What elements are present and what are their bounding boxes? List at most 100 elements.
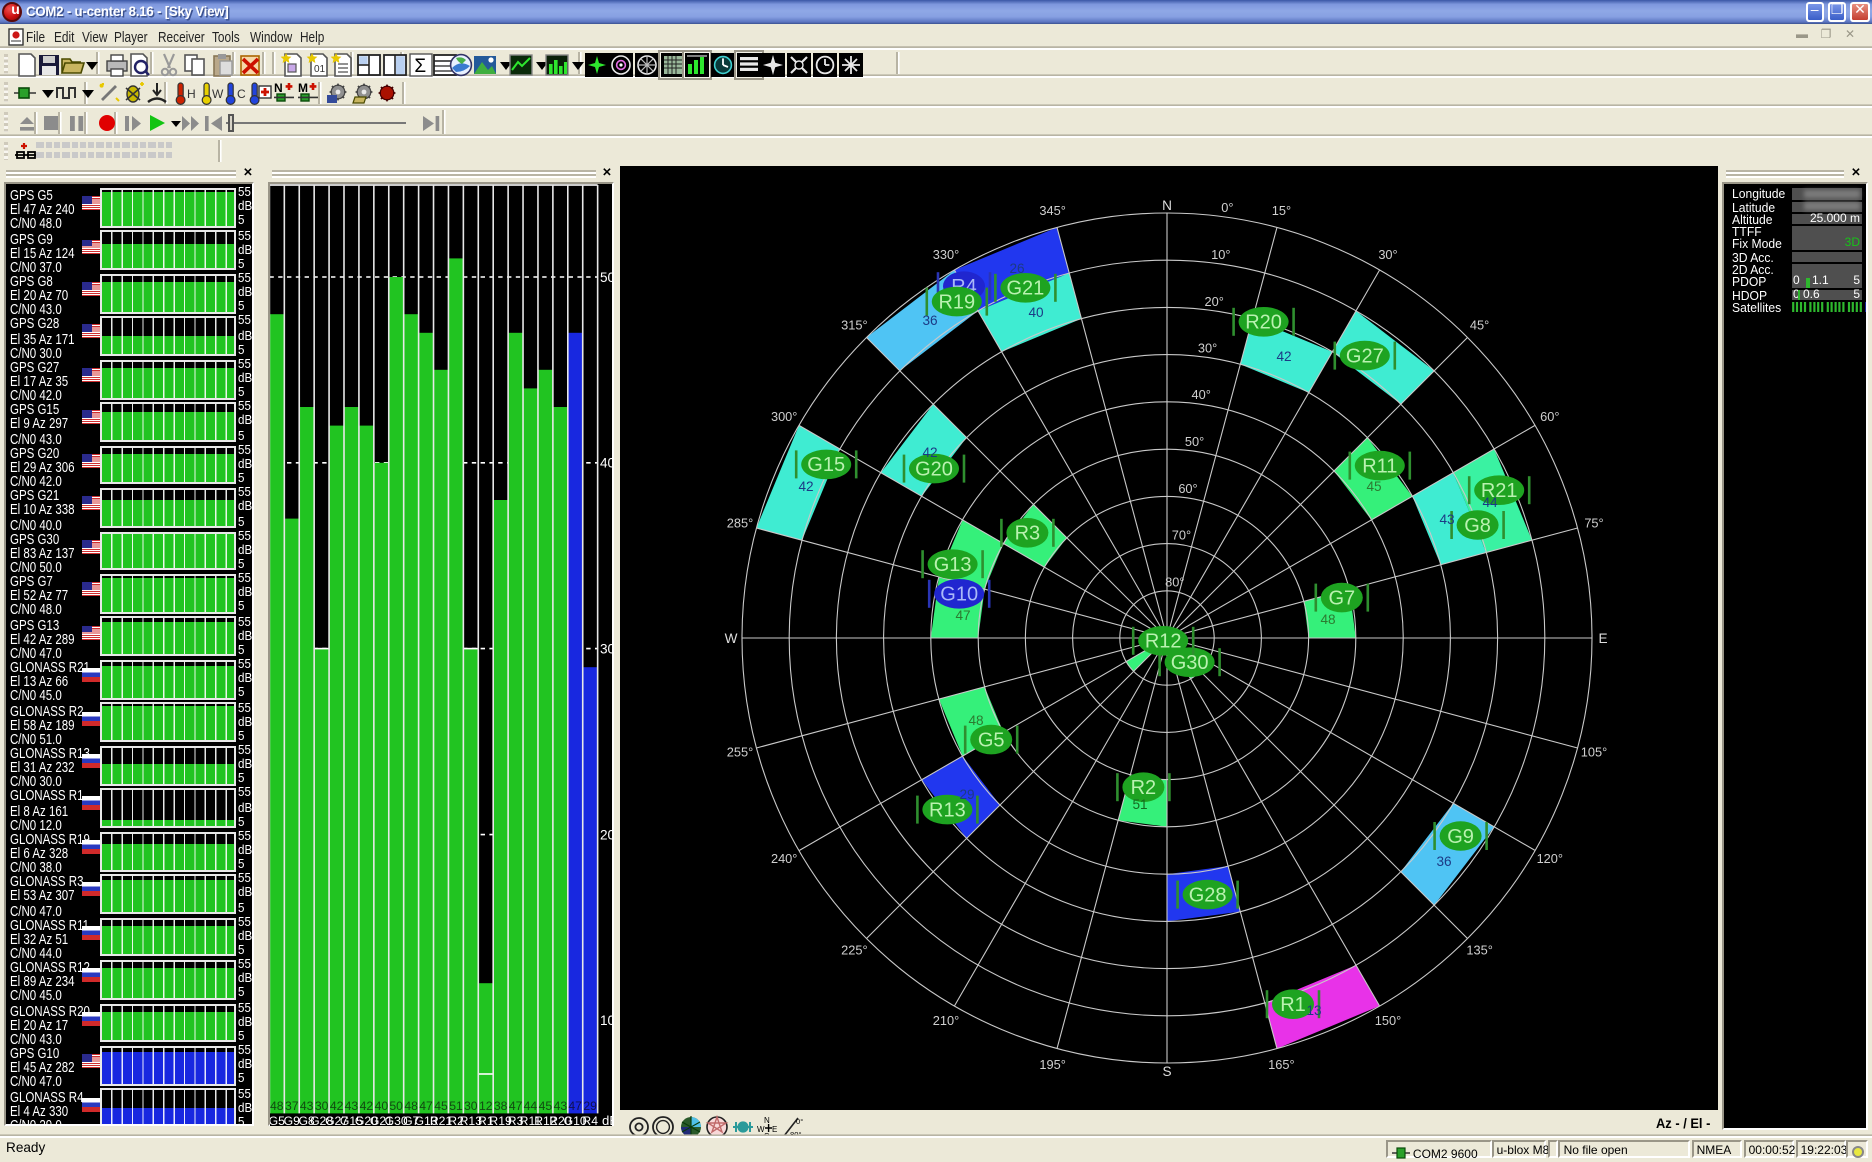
svg-text:N: N [1162, 197, 1172, 212]
svg-text:N: N [763, 1116, 769, 1125]
svg-text:240°: 240° [771, 850, 797, 865]
svg-text:G9: G9 [1447, 825, 1474, 847]
svg-text:40: 40 [1028, 304, 1044, 319]
svg-text:42: 42 [1276, 348, 1291, 363]
svg-text:29: 29 [959, 786, 974, 801]
svg-text:30: 30 [464, 1098, 478, 1112]
svg-text:40°: 40° [1192, 386, 1211, 401]
svg-text:45: 45 [539, 1098, 553, 1112]
svg-text:10: 10 [600, 1012, 612, 1027]
svg-text:43: 43 [554, 1098, 568, 1112]
svg-text:60°: 60° [1178, 480, 1197, 495]
svg-text:S: S [1162, 1063, 1171, 1078]
svg-text:47: 47 [509, 1098, 523, 1112]
svg-text:120°: 120° [1537, 850, 1563, 865]
svg-text:0°: 0° [796, 1117, 803, 1126]
svg-text:150°: 150° [1375, 1012, 1401, 1027]
svg-text:G8: G8 [1464, 514, 1491, 536]
svg-text:45: 45 [1366, 478, 1381, 493]
svg-text:R3: R3 [1015, 522, 1041, 544]
svg-text:G28: G28 [1189, 883, 1227, 905]
svg-text:W: W [725, 630, 738, 645]
svg-text:300°: 300° [771, 408, 797, 423]
svg-text:51: 51 [1132, 796, 1147, 811]
svg-text:R12: R12 [1145, 630, 1182, 652]
svg-text:R13: R13 [929, 798, 966, 820]
svg-text:R2: R2 [1131, 776, 1157, 798]
svg-text:165°: 165° [1268, 1056, 1294, 1071]
svg-text:R11: R11 [1362, 454, 1397, 476]
svg-text:43: 43 [345, 1098, 359, 1112]
svg-text:15°: 15° [1272, 202, 1291, 217]
svg-text:330°: 330° [933, 246, 959, 261]
svg-text:30°: 30° [1378, 246, 1397, 261]
svg-text:40: 40 [375, 1098, 389, 1112]
svg-text:45: 45 [434, 1098, 448, 1112]
svg-text:225°: 225° [841, 942, 867, 957]
svg-text:R19: R19 [938, 290, 975, 312]
svg-text:12: 12 [479, 1098, 493, 1112]
svg-text:36: 36 [922, 312, 937, 327]
svg-text:345°: 345° [1039, 202, 1065, 217]
svg-text:47: 47 [419, 1098, 433, 1112]
svg-text:44: 44 [1482, 494, 1498, 509]
svg-text:50°: 50° [1185, 433, 1204, 448]
svg-text:G15: G15 [807, 453, 845, 475]
svg-text:G10: G10 [940, 583, 978, 605]
svg-text:10°: 10° [1211, 246, 1230, 261]
svg-text:G30: G30 [1171, 651, 1209, 673]
svg-text:47: 47 [955, 607, 970, 622]
svg-text:135°: 135° [1466, 942, 1492, 957]
svg-text:43: 43 [300, 1098, 314, 1112]
svg-text:42: 42 [798, 478, 813, 493]
svg-text:45°: 45° [1470, 316, 1489, 331]
svg-text:26: 26 [1009, 260, 1024, 275]
svg-text:30°: 30° [1198, 340, 1217, 355]
svg-text:36: 36 [1436, 853, 1451, 868]
svg-text:R4: R4 [582, 1113, 598, 1126]
svg-text:37: 37 [285, 1098, 299, 1112]
svg-text:30: 30 [600, 640, 612, 655]
svg-text:50: 50 [600, 269, 612, 284]
svg-text:285°: 285° [727, 515, 753, 530]
svg-text:50: 50 [389, 1098, 403, 1112]
svg-text:70°: 70° [1172, 527, 1191, 542]
svg-text:E: E [771, 1125, 776, 1134]
svg-text:0°: 0° [1221, 199, 1233, 214]
svg-text:G21: G21 [1006, 277, 1044, 299]
svg-text:40: 40 [600, 455, 612, 470]
svg-text:75°: 75° [1584, 515, 1603, 530]
svg-text:51: 51 [449, 1098, 463, 1112]
svg-text:48: 48 [270, 1098, 284, 1112]
svg-text:60°: 60° [1540, 408, 1559, 423]
svg-text:29: 29 [583, 1098, 597, 1112]
svg-text:48: 48 [968, 712, 983, 727]
svg-text:80°: 80° [1165, 573, 1184, 588]
svg-text:G7: G7 [1328, 586, 1355, 608]
svg-text:255°: 255° [727, 743, 753, 758]
svg-text:42: 42 [360, 1098, 374, 1112]
svg-text:38: 38 [494, 1098, 508, 1112]
svg-text:210°: 210° [933, 1012, 959, 1027]
svg-text:E: E [1598, 630, 1607, 645]
svg-text:42: 42 [922, 444, 937, 459]
svg-text:G13: G13 [934, 553, 972, 575]
svg-text:105°: 105° [1581, 743, 1607, 758]
svg-text:47: 47 [568, 1098, 582, 1112]
svg-text:H: H [187, 86, 196, 100]
svg-text:20°: 20° [1205, 293, 1224, 308]
svg-text:44: 44 [524, 1098, 538, 1112]
svg-text:42: 42 [330, 1098, 344, 1112]
svg-text:20: 20 [600, 826, 612, 841]
svg-text:195°: 195° [1039, 1056, 1065, 1071]
svg-text:N: N [273, 80, 282, 94]
svg-text:13: 13 [1306, 1002, 1321, 1017]
svg-text:G5: G5 [978, 728, 1005, 750]
svg-text:Σ: Σ [413, 55, 425, 76]
svg-text:R20: R20 [1245, 311, 1282, 333]
svg-text:315°: 315° [841, 316, 867, 331]
svg-text:48: 48 [404, 1098, 418, 1112]
svg-text:G27: G27 [1346, 344, 1384, 366]
svg-text:30: 30 [315, 1098, 329, 1112]
svg-text:M: M [297, 80, 307, 94]
